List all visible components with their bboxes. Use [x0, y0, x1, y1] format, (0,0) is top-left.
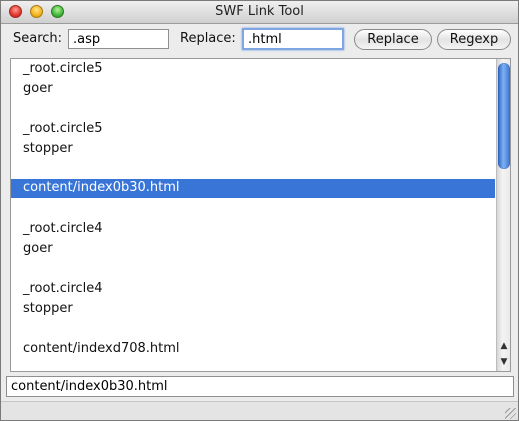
- replace-input[interactable]: [242, 28, 344, 50]
- search-input[interactable]: [68, 29, 169, 49]
- list-item[interactable]: _root.circle4 goer: [11, 219, 495, 279]
- resize-grip-icon[interactable]: [505, 408, 516, 419]
- list-item[interactable]: _root.circle5 goer: [11, 59, 495, 119]
- list-item-line: _root.circle5: [23, 121, 103, 136]
- list-item[interactable]: content/indexd708.html: [11, 339, 495, 371]
- list-item-line: stopper: [23, 301, 73, 316]
- list-item-line: content/indexd708.html: [23, 341, 180, 356]
- list-item-selected[interactable]: content/index0b30.html: [11, 179, 495, 219]
- list-item-line: _root.circle4: [23, 221, 103, 236]
- list-item-line: _root.circle4: [23, 281, 103, 296]
- bottom-bar: [1, 401, 518, 420]
- list-item-line: stopper: [23, 141, 73, 156]
- scroll-thumb[interactable]: [498, 63, 510, 169]
- scroll-up-arrow-icon[interactable]: ▲: [499, 340, 509, 352]
- link-list-content: _root.circle5 goer _root.circle5 stopper…: [11, 59, 495, 371]
- replace-label: Replace:: [180, 31, 236, 46]
- search-label: Search:: [13, 31, 63, 46]
- selection-highlight: content/index0b30.html: [11, 179, 495, 198]
- list-item-line: goer: [23, 241, 53, 256]
- list-item-line: _root.circle5: [23, 61, 103, 76]
- app-window: SWF Link Tool Search: Replace: Replace R…: [0, 0, 519, 421]
- scroll-down-arrow-icon[interactable]: ▼: [499, 356, 509, 368]
- list-item[interactable]: _root.circle4 stopper: [11, 279, 495, 339]
- title-bar[interactable]: SWF Link Tool: [1, 1, 518, 24]
- vertical-scrollbar[interactable]: ▲ ▼: [496, 59, 510, 371]
- list-item-line: content/index0b30.html: [23, 180, 180, 195]
- list-item-line: goer: [23, 81, 53, 96]
- selected-link-field[interactable]: [6, 376, 514, 397]
- regexp-button[interactable]: Regexp: [437, 29, 511, 50]
- window-title: SWF Link Tool: [215, 4, 304, 19]
- link-list[interactable]: _root.circle5 goer _root.circle5 stopper…: [10, 58, 511, 372]
- replace-button[interactable]: Replace: [354, 29, 432, 50]
- list-item[interactable]: _root.circle5 stopper: [11, 119, 495, 179]
